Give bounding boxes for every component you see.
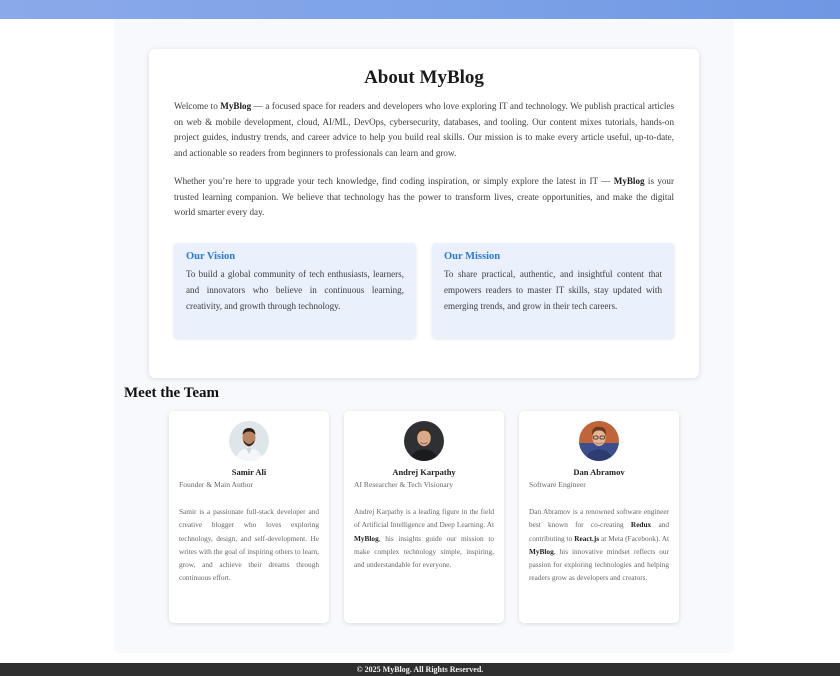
vision-mission-row: Our Vision To build a global community o… — [174, 243, 674, 338]
about-p2-brand: MyBlog — [613, 176, 645, 186]
avatar-andrej — [404, 421, 444, 461]
member-bio-react: React.js — [574, 533, 600, 543]
member-bio: Samir is a passionate full-stack develop… — [179, 507, 319, 583]
member-name: Andrej Karpathy — [392, 467, 456, 477]
member-bio: Dan Abramov is a renowned software engin… — [529, 505, 669, 585]
vision-box: Our Vision To build a global community o… — [174, 243, 416, 338]
member-bio-brand: MyBlog — [529, 546, 554, 556]
member-bio-start: Andrej Karpathy is a leading figure in t… — [354, 507, 494, 530]
about-p1-brand: MyBlog — [220, 101, 252, 111]
team-title: Meet the Team — [124, 385, 219, 401]
avatar-samir — [229, 421, 269, 461]
member-role: Software Engineer — [529, 480, 586, 489]
about-p2-start: Whether you’re here to upgrade your tech… — [174, 176, 614, 186]
member-role: AI Researcher & Tech Visionary — [354, 480, 454, 489]
about-title: About MyBlog — [364, 67, 484, 88]
member-role: Founder & Main Author — [179, 480, 254, 489]
member-name: Samir Ali — [231, 467, 267, 477]
about-paragraph-1: Welcome to MyBlog — a focused space for … — [174, 99, 674, 161]
member-bio-redux: Redux — [630, 520, 652, 530]
top-banner-bar — [0, 0, 840, 19]
mission-box: Our Mission To share practical, authenti… — [432, 243, 674, 338]
footer-copyright: © 2025 MyBlog. All Rights Reserved. — [356, 665, 484, 674]
member-bio-part-3: at Meta (Facebook). At — [599, 533, 669, 543]
mission-text: To share practical, authentic, and insig… — [444, 269, 662, 312]
member-bio-brand: MyBlog — [354, 533, 379, 543]
team-card-samir: Samir Ali Founder & Main Author Samir is… — [169, 411, 329, 623]
mission-title: Our Mission — [444, 251, 501, 262]
member-name: Dan Abramov — [573, 467, 625, 477]
team-card-dan: Dan Abramov Software Engineer Dan Abramo… — [519, 411, 679, 623]
about-section: About MyBlog Welcome to MyBlog — a focus… — [149, 49, 699, 378]
vision-text: To build a global community of tech enth… — [186, 269, 404, 312]
avatar-dan — [579, 421, 619, 461]
vision-title: Our Vision — [186, 251, 236, 262]
footer: © 2025 MyBlog. All Rights Reserved. — [0, 663, 840, 676]
about-p1-start: Welcome to — [174, 101, 221, 111]
about-paragraph-2: Whether you’re here to upgrade your tech… — [174, 174, 674, 221]
team-card-andrej: Andrej Karpathy AI Researcher & Tech Vis… — [344, 411, 504, 623]
member-bio: Andrej Karpathy is a leading figure in t… — [354, 505, 494, 571]
